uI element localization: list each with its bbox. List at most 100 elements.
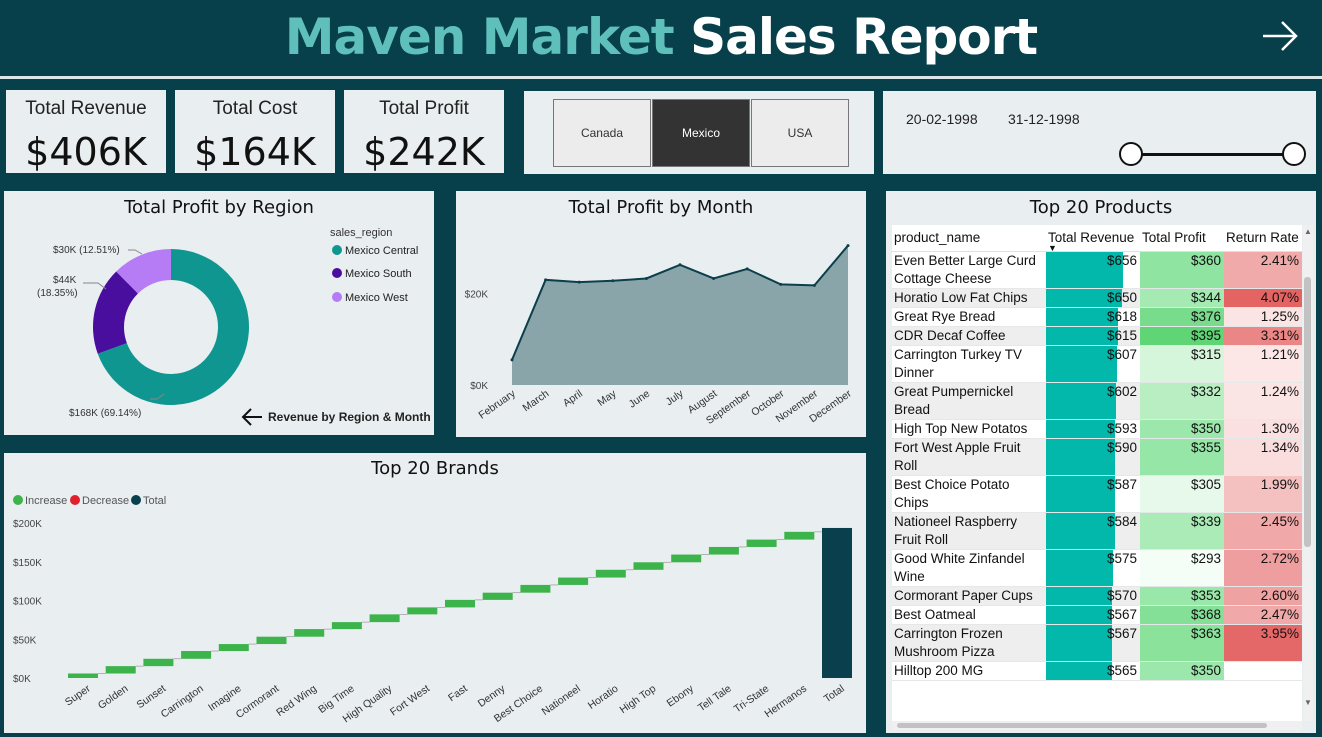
cell-product-name: High Top New Potatos: [892, 419, 1046, 439]
cell-revenue: $656: [1046, 251, 1140, 289]
table-row[interactable]: CDR Decaf Coffee $615 $395 3.31%: [892, 326, 1302, 346]
table-row[interactable]: Horatio Low Fat Chips $650 $344 4.07%: [892, 288, 1302, 308]
country-option-mexico[interactable]: Mexico: [652, 99, 750, 167]
cell-profit: $360: [1140, 251, 1224, 289]
col-header-profit[interactable]: Total Profit: [1140, 225, 1224, 252]
waterfall-bar[interactable]: [595, 569, 626, 578]
table-row[interactable]: Carrington Turkey TV Dinner $607 $315 1.21%: [892, 345, 1302, 383]
waterfall-bar[interactable]: [633, 562, 664, 570]
cell-product-name: Best Oatmeal: [892, 605, 1046, 625]
area-point[interactable]: [611, 279, 615, 283]
col-header-revenue[interactable]: Total Revenue ▼: [1046, 225, 1140, 252]
revenue-value: $565: [1106, 662, 1137, 678]
area-point[interactable]: [846, 244, 850, 248]
cell-return-rate: 1.25%: [1224, 307, 1302, 327]
date-start-handle[interactable]: [1119, 142, 1143, 166]
report-header: Maven Market Sales Report: [0, 0, 1322, 76]
waterfall-bar[interactable]: [218, 644, 249, 652]
country-option-canada[interactable]: Canada: [553, 99, 651, 167]
table-row[interactable]: Nationeel Raspberry Fruit Roll $584 $339 2.…: [892, 512, 1302, 550]
waterfall-bar[interactable]: [68, 673, 98, 678]
waterfall-bar[interactable]: [708, 546, 739, 555]
table-scrollbar-thumb[interactable]: [1304, 277, 1311, 547]
waterfall-bar[interactable]: [369, 614, 400, 623]
waterfall-bar[interactable]: [256, 636, 287, 645]
cell-return-rate: [1224, 661, 1302, 681]
cell-product-name: Carrington Frozen Mushroom Pizza: [892, 624, 1046, 662]
area-point[interactable]: [544, 278, 548, 282]
legend-increase: Increase: [25, 495, 67, 507]
cell-product-name: CDR Decaf Coffee: [892, 326, 1046, 346]
cell-product-name: Carrington Turkey TV Dinner: [892, 345, 1046, 383]
x-tick-label: Tell Tale: [696, 683, 734, 715]
waterfall-bar[interactable]: [105, 666, 136, 674]
waterfall-bar[interactable]: [143, 658, 174, 667]
products-table-scroll[interactable]: product_name Total Revenue ▼ Total Profit…: [892, 225, 1302, 721]
revenue-data-bar: [1046, 661, 1113, 680]
waterfall-bar[interactable]: [407, 607, 438, 615]
area-point[interactable]: [577, 280, 581, 284]
x-tick-label: March: [521, 388, 552, 415]
table-row[interactable]: Best Oatmeal $567 $368 2.47%: [892, 605, 1302, 625]
table-horizontal-scrollbar[interactable]: [892, 721, 1302, 730]
waterfall-bar[interactable]: [331, 622, 362, 630]
cell-profit: $315: [1140, 345, 1224, 383]
x-tick-label: High Top: [618, 683, 659, 717]
x-tick-label: Horatio: [586, 683, 621, 712]
kpi-card-profit: Total Profit $242K: [344, 90, 504, 174]
table-hscroll-thumb[interactable]: [897, 723, 1267, 728]
col-header-product[interactable]: product_name: [892, 225, 1046, 252]
table-row[interactable]: Great Rye Bread $618 $376 1.25%: [892, 307, 1302, 327]
date-end[interactable]: 31-12-1998: [1008, 111, 1080, 127]
waterfall-bar[interactable]: [784, 531, 815, 540]
cell-profit: $339: [1140, 512, 1224, 550]
cell-revenue: $565: [1046, 661, 1140, 681]
table-row[interactable]: Great Pumpernickel Bread $602 $332 1.24%: [892, 382, 1302, 420]
scroll-up-icon[interactable]: ▲: [1304, 227, 1312, 236]
waterfall-bar[interactable]: [482, 592, 513, 600]
table-row[interactable]: Cormorant Paper Cups $570 $353 2.60%: [892, 586, 1302, 606]
area-point[interactable]: [644, 276, 648, 280]
waterfall-bar[interactable]: [671, 554, 702, 563]
waterfall-total-bar[interactable]: [822, 527, 852, 678]
waterfall-bar[interactable]: [294, 629, 325, 637]
waterfall-bar[interactable]: [746, 539, 777, 547]
table-row[interactable]: Best Choice Potato Chips $587 $305 1.99%: [892, 475, 1302, 513]
x-tick-label: May: [595, 387, 619, 409]
waterfall-bar[interactable]: [445, 599, 475, 608]
legend-central: Mexico Central: [345, 245, 418, 257]
legend-west: Mexico West: [345, 292, 408, 304]
arrow-right-icon[interactable]: [1260, 16, 1300, 56]
x-tick-label: Cormorant: [234, 683, 282, 721]
area-point[interactable]: [510, 358, 514, 362]
revenue-by-region-link[interactable]: Revenue by Region & Month: [240, 407, 431, 427]
table-row[interactable]: High Top New Potatos $593 $350 1.30%: [892, 419, 1302, 439]
country-option-usa[interactable]: USA: [751, 99, 849, 167]
revenue-data-bar: [1046, 586, 1113, 605]
cell-return-rate: 1.24%: [1224, 382, 1302, 420]
cell-product-name: Hilltop 200 MG: [892, 661, 1046, 681]
table-row[interactable]: Fort West Apple Fruit Roll $590 $355 1.34%: [892, 438, 1302, 476]
date-start[interactable]: 20-02-1998: [906, 111, 978, 127]
table-row[interactable]: Carrington Frozen Mushroom Pizza $567 $363…: [892, 624, 1302, 662]
waterfall-bar[interactable]: [558, 577, 589, 585]
scroll-down-icon[interactable]: ▼: [1304, 698, 1312, 707]
area-point[interactable]: [812, 283, 816, 287]
revenue-value: $567: [1106, 625, 1137, 641]
cell-profit: $368: [1140, 605, 1224, 625]
table-header-row: product_name Total Revenue ▼ Total Profit…: [892, 225, 1302, 252]
table-row[interactable]: Hilltop 200 MG $565 $350: [892, 661, 1302, 681]
waterfall-bar[interactable]: [520, 584, 551, 593]
date-end-handle[interactable]: [1282, 142, 1306, 166]
col-header-return-rate[interactable]: Return Rate: [1224, 225, 1302, 252]
table-vertical-scrollbar[interactable]: ▲ ▼: [1303, 225, 1313, 721]
table-row[interactable]: Even Better Large Curd Cottage Cheese $65…: [892, 251, 1302, 289]
waterfall-bar[interactable]: [181, 651, 212, 659]
area-point[interactable]: [678, 263, 682, 267]
area-point[interactable]: [712, 276, 716, 280]
table-row[interactable]: Good White Zinfandel Wine $575 $293 2.72%: [892, 549, 1302, 587]
area-point[interactable]: [745, 267, 749, 271]
area-point[interactable]: [779, 282, 783, 286]
cell-revenue: $618: [1046, 307, 1140, 327]
y-tick-label: $0K: [470, 381, 488, 392]
